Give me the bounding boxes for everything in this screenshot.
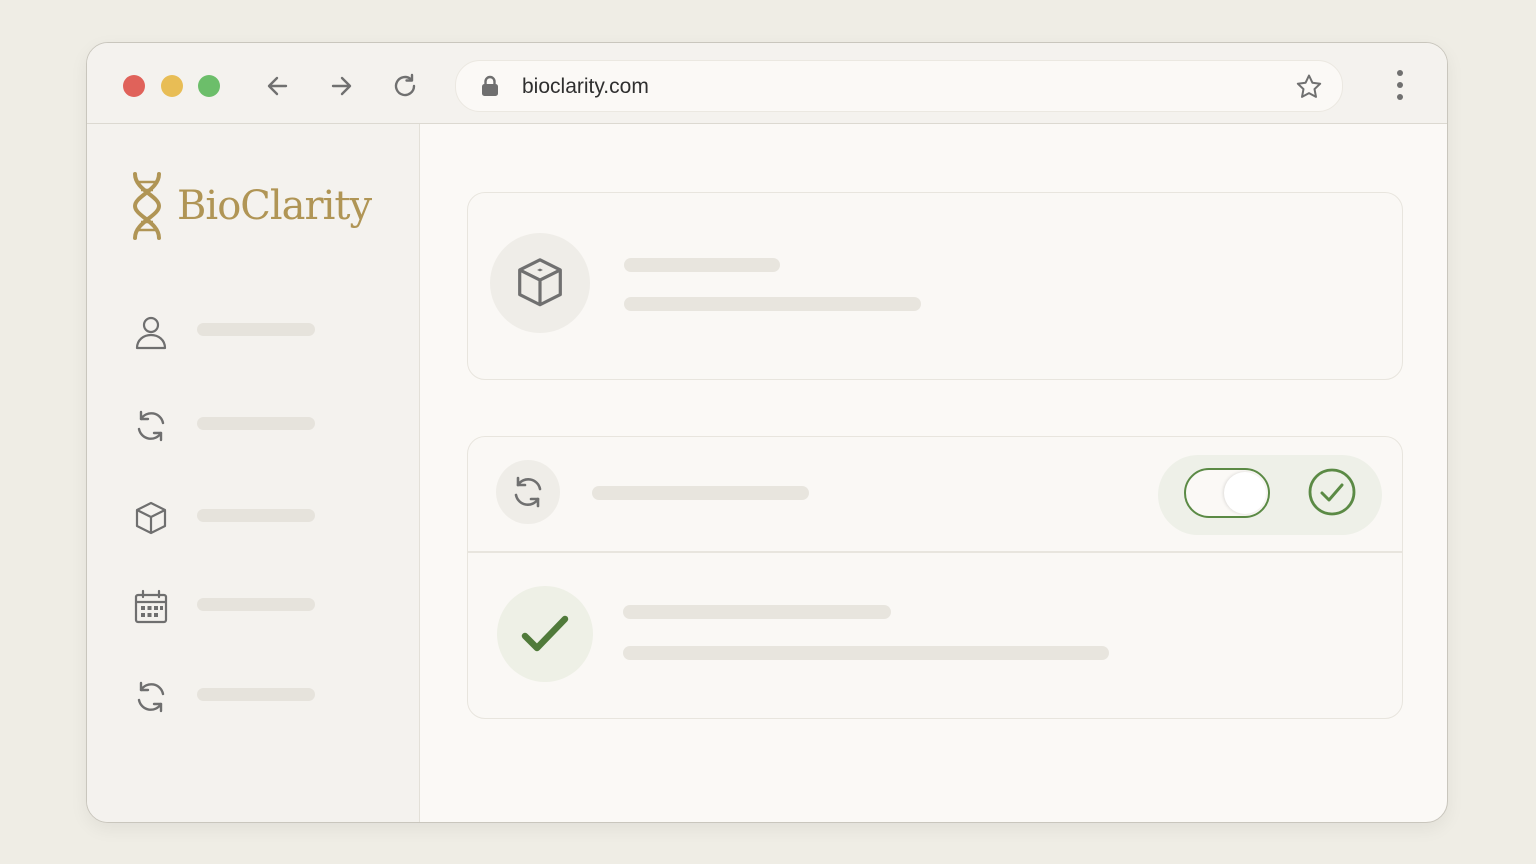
- sync-controls: [1158, 455, 1382, 535]
- confirm-sync-button[interactable]: [1308, 468, 1356, 516]
- sidebar-item-products[interactable]: [131, 496, 331, 536]
- more-vertical-icon: [1397, 70, 1403, 100]
- toggle-knob: [1224, 472, 1266, 514]
- user-icon: [135, 316, 167, 350]
- product-subtitle-placeholder: [624, 297, 921, 311]
- reload-button[interactable]: [387, 68, 423, 104]
- back-button[interactable]: [260, 68, 296, 104]
- brand-logo[interactable]: BioClarity: [127, 170, 372, 242]
- brand-name: BioClarity: [177, 183, 372, 229]
- success-title-placeholder: [623, 605, 891, 619]
- arrow-right-icon: [331, 76, 352, 96]
- sidebar-item-sync[interactable]: [131, 404, 331, 444]
- sidebar-item-sync-2[interactable]: [131, 675, 331, 715]
- refresh-icon: [137, 681, 165, 713]
- sidebar-item-label-placeholder: [197, 417, 315, 430]
- close-window-button[interactable]: [123, 75, 145, 97]
- product-title-placeholder: [624, 258, 780, 272]
- browser-toolbar: bioclarity.com: [87, 43, 1447, 124]
- reload-icon: [394, 73, 416, 97]
- url-text[interactable]: bioclarity.com: [522, 75, 649, 99]
- forward-button[interactable]: [323, 68, 359, 104]
- maximize-window-button[interactable]: [198, 75, 220, 97]
- calendar-icon: [134, 589, 168, 624]
- cube-icon: [518, 258, 562, 307]
- sidebar-item-label-placeholder: [197, 688, 315, 701]
- success-icon-badge: [497, 586, 593, 682]
- dna-icon: [132, 172, 162, 240]
- sidebar-item-label-placeholder: [197, 323, 315, 336]
- checkmark-icon: [521, 615, 569, 652]
- sidebar-item-label-placeholder: [197, 598, 315, 611]
- lock-icon: [482, 75, 498, 96]
- sync-icon-badge: [496, 460, 560, 524]
- star-icon[interactable]: [1294, 72, 1324, 102]
- refresh-icon: [514, 476, 542, 508]
- address-bar[interactable]: bioclarity.com: [455, 60, 1343, 112]
- sync-label-placeholder: [592, 486, 809, 500]
- arrow-left-icon: [267, 76, 288, 96]
- sync-toggle[interactable]: [1184, 468, 1270, 518]
- sync-card: [467, 436, 1403, 719]
- sidebar: BioClarity: [87, 124, 420, 822]
- minimize-window-button[interactable]: [161, 75, 183, 97]
- browser-window: bioclarity.com BioClarity: [86, 42, 1448, 823]
- product-card[interactable]: [467, 192, 1403, 380]
- sidebar-item-label-placeholder: [197, 509, 315, 522]
- sidebar-item-profile[interactable]: [131, 310, 331, 350]
- product-icon-badge: [490, 233, 590, 333]
- browser-menu-button[interactable]: [1385, 67, 1415, 103]
- sidebar-item-calendar[interactable]: [131, 585, 331, 625]
- cube-icon: [135, 501, 167, 535]
- card-divider: [468, 551, 1402, 553]
- check-circle-icon: [1308, 468, 1356, 516]
- success-subtitle-placeholder: [623, 646, 1109, 660]
- refresh-icon: [137, 410, 165, 442]
